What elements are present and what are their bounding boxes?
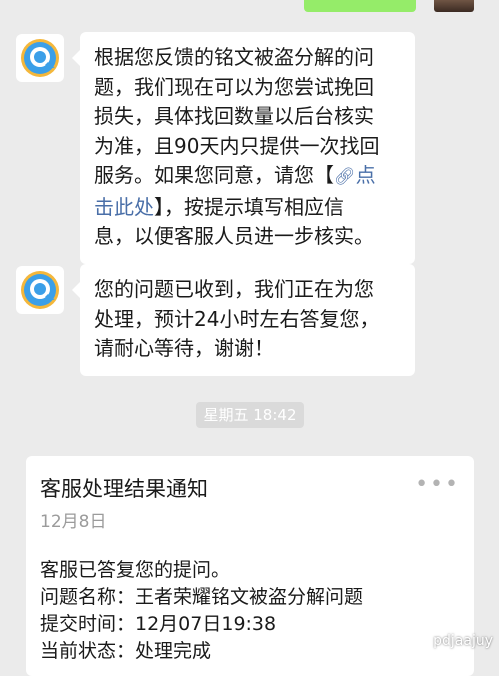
click-here-link-start[interactable]: 点 [356,163,376,187]
message-bubble-problem-feedback: 根据您反馈的铭文被盗分解的问 题，我们现在可以为您尝试挽回 损失，具体找回数量以… [72,32,415,264]
card-line-question-name: 问题名称：王者荣耀铭文被盗分解问题 [40,586,364,608]
qq-service-avatar-graphic [21,39,59,77]
chat-timestamp: 星期五 18:42 [196,402,304,428]
user-avatar[interactable] [434,0,474,12]
card-body: 客服已答复您的提问。 问题名称：王者荣耀铭文被盗分解问题 提交时间：12月07日… [40,557,458,665]
message-line: 息，以便客服人员进一步核实。 [94,224,374,248]
card-line-status: 当前状态：处理完成 [40,640,212,662]
message-line: 服务。如果您同意，请您【🔗︎点 [94,161,401,193]
card-line-submit-time: 提交时间：12月07日19:38 [40,613,277,635]
message-line: 根据您反馈的铭文被盗分解的问 [94,45,374,69]
service-result-notification-card[interactable]: ••• 客服处理结果通知 12月8日 客服已答复您的提问。 问题名称：王者荣耀铭… [26,456,474,676]
link-icon[interactable]: 🔗︎ [334,167,356,187]
card-line-reply: 客服已答复您的提问。 [40,559,231,581]
message-line: 题，我们现在可以为您尝试挽回 [94,74,374,99]
message-line: 为准，且90天内只提供一次找回 [94,133,380,158]
click-here-link-end[interactable]: 击此处 [94,195,154,219]
message-text: 服务。如果您同意，请您【 [94,163,334,187]
message-text: 】，按提示填写相应信 [154,194,344,219]
message-line: 击此处】，按提示填写相应信 [94,193,401,223]
qq-service-avatar-graphic [21,271,59,309]
message-line: 您的问题已收到，我们正在为您 [94,277,374,301]
message-line: 损失，具体找回数量以后台核实 [94,104,374,128]
card-date: 12月8日 [40,512,107,532]
card-title: 客服处理结果通知 [40,477,208,501]
message-line: 请耐心等待，谢谢！ [94,336,274,360]
message-bubble-received-notice: 您的问题已收到，我们正在为您 处理，预计24小时左右答复您， 请耐心等待，谢谢！ [72,264,415,376]
more-dots-icon[interactable]: ••• [415,474,460,496]
message-line: 处理，预计24小时左右答复您， [94,306,380,331]
sent-message-bubble[interactable] [304,0,416,12]
qq-service-icon[interactable] [16,34,64,82]
qq-service-icon[interactable] [16,266,64,314]
watermark: pdjaajuy [433,633,493,649]
